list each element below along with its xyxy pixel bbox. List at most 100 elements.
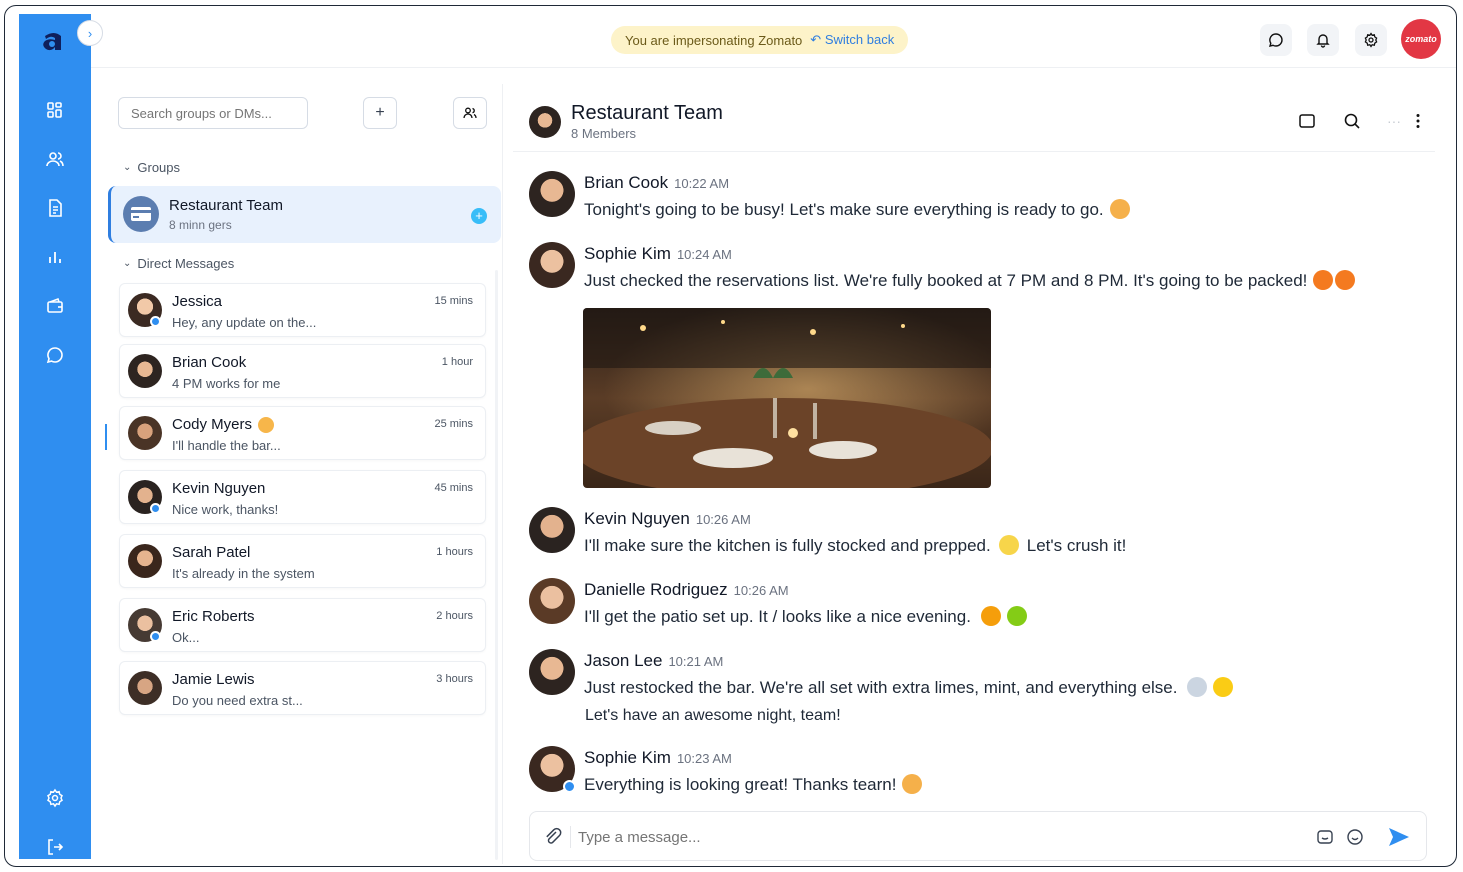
chat-member-count: 8 Members	[571, 126, 637, 141]
send-icon[interactable]	[1388, 826, 1410, 848]
message-input[interactable]	[578, 822, 1278, 852]
dm-item-brian-cook[interactable]: Brian Cook 4 PM works for me 1 hour	[119, 344, 486, 398]
dm-item-kevin-nguyen[interactable]: Kevin Nguyen Nice work, thanks! 45 mins	[119, 470, 486, 524]
profile-avatar-text: zomato	[1405, 34, 1437, 44]
more-vertical-icon[interactable]	[1407, 110, 1429, 132]
online-badge	[150, 631, 161, 642]
messages-button[interactable]	[1260, 24, 1292, 56]
chat-bubble-icon	[1269, 33, 1283, 47]
users-icon[interactable]	[43, 147, 67, 171]
group-add-badge[interactable]: +	[471, 208, 487, 224]
list-scrollbar[interactable]	[495, 270, 498, 860]
switch-back-label: Switch back	[824, 32, 895, 47]
group-avatar	[529, 106, 561, 138]
message-author: Sophie Kim 10:24 AM	[584, 244, 732, 263]
group-item-restaurant-team[interactable]: Restaurant Team 8 minn gers +	[108, 186, 501, 243]
dm-time: 45 mins	[434, 482, 473, 494]
dms-section-toggle[interactable]: ⌄ Direct Messages	[123, 256, 234, 271]
wallet-icon[interactable]	[43, 294, 67, 318]
avatar	[529, 242, 575, 288]
dm-time: 1 hour	[441, 356, 473, 368]
search-icon[interactable]	[1341, 110, 1363, 132]
logout-icon[interactable]	[43, 835, 67, 859]
dm-item-sarah-patel[interactable]: Sarah Patel It's already in the system 1…	[119, 534, 486, 588]
avatar	[529, 649, 575, 695]
dm-preview: Nice work, thanks!	[172, 502, 279, 517]
dm-time: 15 mins	[434, 295, 473, 307]
message-author: Danielle Rodriguez 10:26 AM	[584, 580, 789, 599]
dashboard-icon[interactable]	[43, 98, 67, 122]
more-horizontal-icon[interactable]: ···	[1383, 110, 1405, 132]
dm-item-cody-myers[interactable]: Cody Myers I'll handle the bar... 25 min…	[119, 406, 486, 460]
attachment-icon[interactable]	[542, 826, 564, 848]
dm-name: Sarah Patel	[172, 544, 251, 561]
avatar	[128, 416, 162, 450]
message-author: Kevin Nguyen 10:26 AM	[584, 509, 751, 528]
settings-button[interactable]	[1355, 24, 1387, 56]
card-icon	[131, 207, 151, 221]
cocktail-icon	[1187, 677, 1208, 697]
message-text: I'll get the patio set up. It / looks li…	[584, 606, 1027, 627]
dm-preview: Do you need extra st...	[172, 693, 303, 708]
dm-preview: 4 PM works for me	[172, 376, 281, 391]
dm-preview: It's already in the system	[172, 566, 315, 581]
dm-name: Kevin Nguyen	[172, 480, 266, 497]
conversation-list-panel: + ⌄ Groups Restaurant Team 8 minn gers +…	[105, 84, 503, 864]
dm-time: 1 hours	[436, 546, 473, 558]
plant-icon	[1006, 606, 1027, 626]
message-time: 10:26 AM	[695, 512, 751, 527]
thumbs-up-icon	[1109, 199, 1130, 219]
avatar	[529, 578, 575, 624]
dm-item-jamie-lewis[interactable]: Jamie Lewis Do you need extra st... 3 ho…	[119, 661, 486, 715]
bell-icon	[1316, 34, 1330, 48]
groups-label: Groups	[137, 160, 181, 175]
contacts-button[interactable]	[453, 97, 487, 129]
avatar	[529, 171, 575, 217]
clap-icon	[902, 774, 923, 794]
message-time: 10:24 AM	[676, 247, 732, 262]
emoji-icon[interactable]	[1344, 826, 1366, 848]
chat-icon[interactable]	[43, 343, 67, 367]
dm-name: Jamie Lewis	[172, 671, 255, 688]
chevron-down-icon: ⌄	[123, 162, 132, 173]
message-time: 10:22 AM	[674, 176, 730, 191]
message-time: 10:23 AM	[676, 751, 732, 766]
profile-avatar[interactable]: zomato	[1401, 19, 1441, 59]
restaurant-photo[interactable]	[583, 308, 991, 488]
dm-preview: Ok...	[172, 630, 200, 645]
message-text: Tonight's going to be busy! Let's make s…	[584, 199, 1130, 220]
sticker-icon[interactable]	[1314, 826, 1336, 848]
analytics-icon[interactable]	[43, 245, 67, 269]
document-icon[interactable]	[43, 196, 67, 220]
dm-time: 3 hours	[436, 673, 473, 685]
message-text: Everything is looking great! Thanks tear…	[584, 774, 923, 795]
video-icon[interactable]	[1296, 110, 1318, 132]
chevron-down-icon: ⌄	[123, 258, 132, 269]
undo-icon: ↶	[810, 32, 822, 47]
active-indicator	[105, 424, 107, 450]
groups-section-toggle[interactable]: ⌄ Groups	[123, 160, 180, 175]
dm-preview: I'll handle the bar...	[172, 438, 281, 453]
message-text: Just checked the reservations list. We'r…	[584, 270, 1356, 291]
direct-messages-label: Direct Messages	[137, 256, 235, 271]
settings-icon[interactable]	[43, 786, 67, 810]
online-badge	[563, 780, 576, 793]
impersonation-text: You are impersonating Zomato	[625, 32, 803, 48]
dm-name: Cody Myers	[172, 416, 275, 433]
fire-icon	[1335, 270, 1356, 290]
restaurant-image	[583, 308, 991, 488]
dm-item-jessica[interactable]: Jessica Hey, any update on the... 15 min…	[119, 283, 486, 337]
chat-header: Restaurant Team 8 Members ···	[513, 84, 1435, 152]
dm-time: 25 mins	[434, 418, 473, 430]
notifications-button[interactable]	[1307, 24, 1339, 56]
switch-back-link[interactable]: ↶ Switch back	[810, 32, 894, 48]
sunset-icon	[980, 606, 1001, 626]
search-input[interactable]	[118, 97, 308, 129]
composer-divider	[570, 826, 571, 848]
avatar	[128, 671, 162, 705]
new-conversation-button[interactable]: +	[363, 97, 397, 129]
message-time: 10:26 AM	[733, 583, 789, 598]
gear-icon	[1364, 32, 1378, 48]
avatar	[128, 354, 162, 388]
dm-item-eric-roberts[interactable]: Eric Roberts Ok... 2 hours	[119, 598, 486, 652]
